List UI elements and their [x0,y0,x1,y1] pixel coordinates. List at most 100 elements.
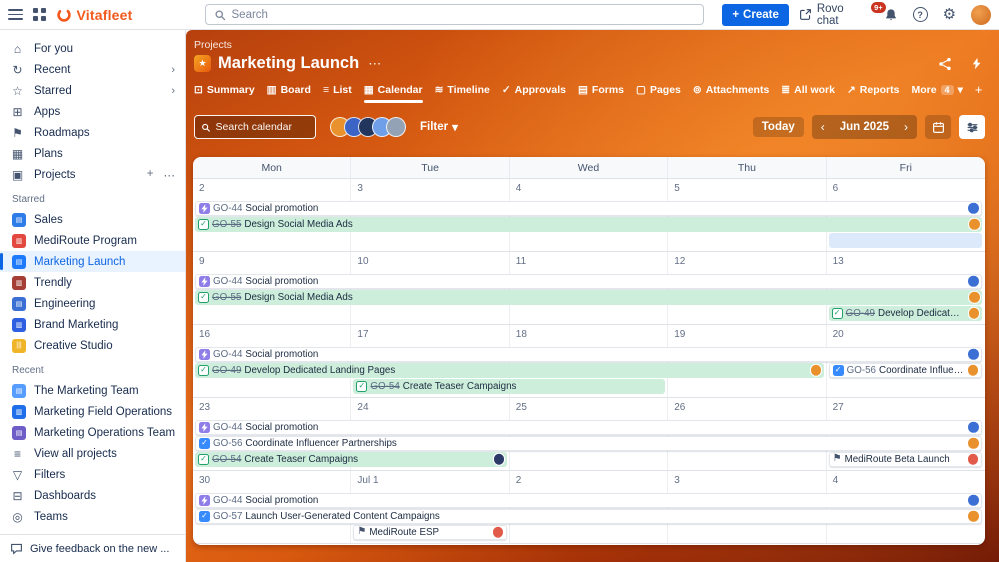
notifications-button[interactable]: 9+ [870,1,898,22]
user-avatar[interactable] [386,117,406,137]
view-settings-button[interactable] [959,115,985,139]
sidebar-project-sales[interactable]: ▤ Sales [0,209,185,230]
assignee-avatar [966,453,980,466]
calendar-event-go-56[interactable]: ✓GO-56Coordinate Influencer Partnerships [828,363,982,378]
sidebar-project-marketing-launch[interactable]: ▤ Marketing Launch [0,251,185,272]
calendar-event-go-55[interactable]: ✓ GO-55 Design Social Media Ads [195,290,982,305]
sidebar-item-starred[interactable]: ☆ Starred › [0,80,185,101]
today-button[interactable]: Today [752,117,804,137]
event-key: GO-49 [845,307,875,319]
help-button[interactable]: ? [912,7,928,22]
date-label: 6 [832,183,839,194]
assignee-avatar [492,453,506,466]
day-header-tue: Tue [351,157,510,178]
tab-forms[interactable]: ▤ Forms [578,84,624,103]
done-checkbox-icon: ✓ [198,453,209,465]
day-header-wed: Wed [510,157,669,178]
calendar-event-stub[interactable] [828,233,982,248]
tab-reports[interactable]: ↗ Reports [847,84,900,103]
sidebar-item-plans[interactable]: ▦ Plans [0,143,185,164]
sidebar-item-recent[interactable]: ↻ Recent › [0,59,185,80]
calendar-event-go-54[interactable]: ✓ GO-54 Create Teaser Campaigns [353,379,666,394]
add-view-button[interactable]: + [975,82,983,104]
app-switcher-icon[interactable] [33,8,46,21]
sidebar-item-roadmaps[interactable]: ⚑ Roadmaps [0,122,185,143]
sidebar-project-marketing-field-operations[interactable]: ▥ Marketing Field Operations [0,401,185,422]
sidebar-item-label: For you [34,42,73,55]
vitafleet-logo[interactable]: Vitafleet [56,7,133,23]
calendar-event-go-55[interactable]: ✓ GO-55 Design Social Media Ads [195,217,982,232]
calendar-search-input[interactable] [215,121,309,133]
add-project-icon[interactable]: + [147,168,154,182]
tab-summary[interactable]: ⊡ Summary [194,84,255,103]
assignee-avatar [967,202,980,215]
hamburger-menu-icon[interactable] [8,8,23,21]
calendar-event-go-49[interactable]: ✓GO-49Develop Dedicated Landing Pages [195,363,824,378]
tab-timeline[interactable]: ≋ Timeline [435,84,490,103]
share-icon[interactable] [938,57,952,71]
project-more-menu[interactable]: ⋯ [368,56,381,72]
more-actions-icon[interactable]: ⋯ [164,168,176,182]
tab-calendar[interactable]: ▦ Calendar [363,84,423,103]
sidebar-project-creative-studio[interactable]: ||| Creative Studio [0,335,185,356]
rovo-chat-button[interactable]: Rovo chat [799,3,869,27]
sidebar-item-teams[interactable]: ◎ Teams [0,506,185,527]
tab-label: Approvals [514,83,566,96]
event-key: GO-49 [212,364,242,376]
view-all-projects[interactable]: ≡ View all projects [0,443,185,464]
calendar-event-go-44[interactable]: GO-44 Social promotion [195,274,982,289]
event-title: Social promotion [245,494,319,506]
automation-lightning-icon[interactable] [970,57,983,70]
calendar-event-mediroute-beta-launch[interactable]: ⚑ MediRoute Beta Launch [828,452,982,467]
project-tile-icon: ▥ [12,275,26,290]
sidebar-project-engineering[interactable]: ▤ Engineering [0,293,185,314]
feedback-button[interactable]: Give feedback on the new ... [0,534,185,562]
event-title: Social promotion [245,421,319,433]
calendar-view-button[interactable] [925,115,951,139]
sidebar-item-filters[interactable]: ▽ Filters [0,464,185,485]
next-month-button[interactable]: › [895,120,917,134]
sidebar-item-for-you[interactable]: ⌂ For you [0,38,185,59]
sidebar-item-apps[interactable]: ⊞ Apps [0,101,185,122]
tab-approvals[interactable]: ✓ Approvals [502,84,566,103]
date-label: 12 [674,256,686,267]
sidebar-project-mediroute-program[interactable]: ▥ MediRoute Program [0,230,185,251]
sidebar-project-the-marketing-team[interactable]: ▤ The Marketing Team [0,380,185,401]
calendar-event-go-44[interactable]: GO-44 Social promotion [195,347,982,362]
date-label: 24 [357,402,369,413]
calendar-event-go-54[interactable]: ✓ GO-54 Create Teaser Campaigns [195,452,507,467]
tab-more[interactable]: More 4 ▾ [911,84,962,103]
create-button[interactable]: + Create [722,3,789,26]
prev-month-button[interactable]: ‹ [812,120,834,134]
sidebar-project-marketing-operations-team[interactable]: ▤ Marketing Operations Team [0,422,185,443]
sidebar-project-brand-marketing[interactable]: ▥ Brand Marketing [0,314,185,335]
calendar-event-go-44[interactable]: GO-44 Social promotion [195,493,982,508]
filter-button[interactable]: Filter ▾ [420,120,458,134]
settings-gear-icon[interactable]: ⚙ [943,7,956,22]
calendar-event-go-44[interactable]: GO-44 Social promotion [195,201,982,216]
sidebar-item-projects[interactable]: ▣ Projects + ⋯ [0,164,185,185]
calendar-event-go-44[interactable]: GO-44 Social promotion [195,420,982,435]
user-avatar[interactable] [971,4,992,25]
filter-icon: ▽ [12,467,23,482]
tab-board[interactable]: ▥ Board [267,84,311,103]
sidebar-project-trendly[interactable]: ▥ Trendly [0,272,185,293]
search-input[interactable] [231,8,696,21]
breadcrumb[interactable]: Projects [194,39,232,51]
calendar-event-go-49[interactable]: ✓GO-49Develop Dedicated Landing Pages [828,306,982,321]
view-tabs: ⊡ Summary ▥ Board ≡ List ▦ Calendar ≋ Timeline ✓ Ap… [194,82,985,104]
calendar-search[interactable] [194,115,316,139]
tab-list[interactable]: ≡ List [323,84,352,103]
tab-label: More [911,83,937,96]
calendar-event-mediroute-esp[interactable]: ⚑ MediRoute ESP [353,525,507,540]
tab-pages[interactable]: ▢ Pages [636,84,681,103]
tab-attachments[interactable]: ⊚ Attachments [693,84,769,103]
sidebar-item-dashboards[interactable]: ⊟ Dashboards [0,485,185,506]
date-label: 27 [832,402,844,413]
assignee-avatar [966,364,980,377]
global-search[interactable] [204,4,705,25]
calendar-event-go-56[interactable]: ✓GO-56Coordinate Influencer Partnerships [195,436,982,451]
tab-all-work[interactable]: ≣ All work [781,84,835,103]
date-label: 30 [199,475,211,486]
calendar-event-go-57[interactable]: ✓ GO-57 Launch User-Generated Content Camp… [195,509,982,524]
